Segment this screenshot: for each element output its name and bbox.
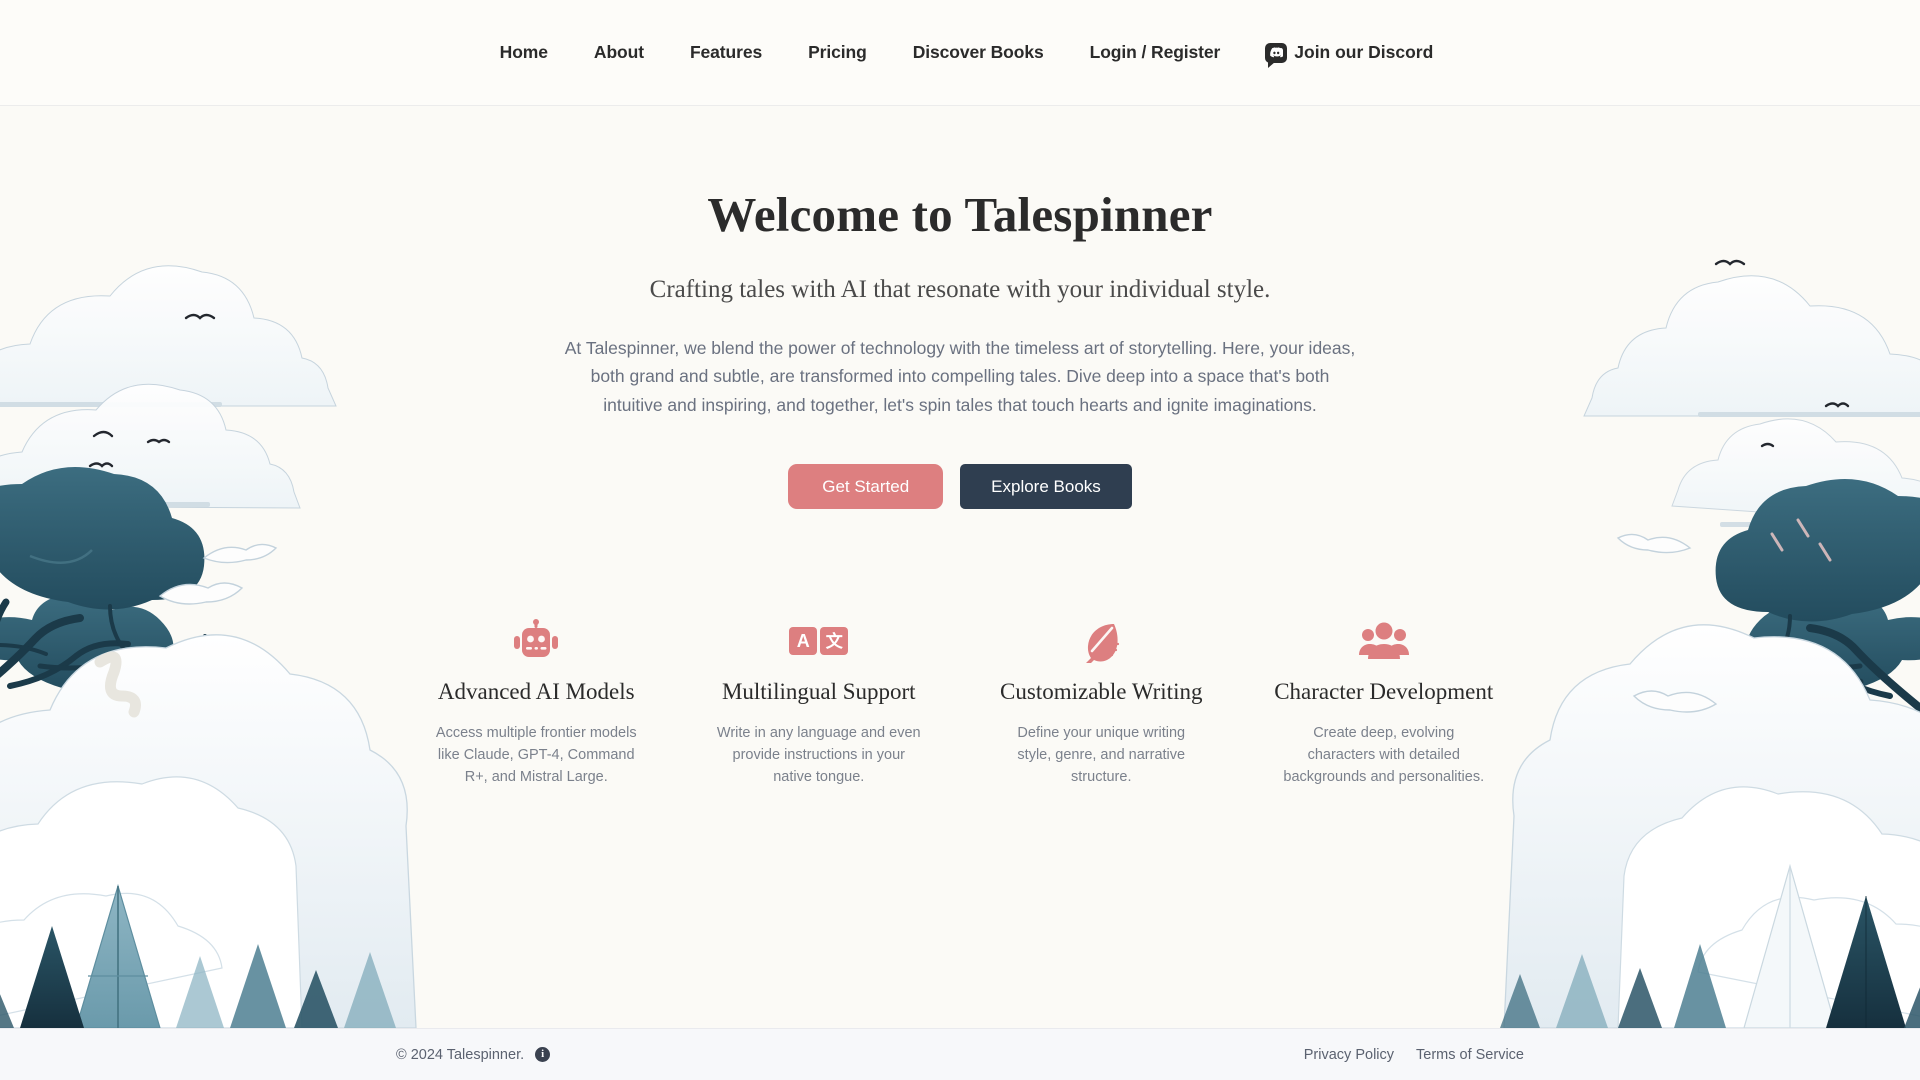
robot-icon (513, 617, 559, 665)
nav-item-pricing[interactable]: Pricing (785, 34, 890, 71)
nav-item-features[interactable]: Features (667, 34, 785, 71)
translate-icon: A 文 (789, 617, 849, 665)
get-started-button[interactable]: Get Started (788, 464, 944, 510)
feature-card-character-development: Character Development Create deep, evolv… (1268, 617, 1501, 788)
translate-cjk-glyph: 文 (820, 627, 849, 656)
feature-title: Character Development (1274, 679, 1494, 705)
copyright-text: © 2024 Talespinner. (396, 1046, 525, 1063)
primary-navigation: Home About Features Pricing Discover Boo… (477, 34, 1444, 71)
feature-description: Access multiple frontier models like Cla… (435, 725, 637, 785)
hero-stage: Welcome to Talespinner Crafting tales wi… (0, 106, 1920, 1028)
footer-links: Privacy Policy Terms of Service (1304, 1047, 1524, 1063)
footer-link-privacy-policy[interactable]: Privacy Policy (1304, 1047, 1394, 1063)
site-header: Home About Features Pricing Discover Boo… (0, 0, 1920, 106)
page-title: Welcome to Talespinner (707, 187, 1213, 242)
hero-description: At Talespinner, we blend the power of te… (564, 338, 1356, 415)
feature-title: Customizable Writing (1000, 679, 1203, 705)
nav-item-home[interactable]: Home (477, 34, 571, 71)
nav-item-login-register[interactable]: Login / Register (1067, 34, 1244, 71)
feature-description: Create deep, evolving characters with de… (1283, 725, 1485, 785)
feature-description: Write in any language and even provide i… (716, 725, 921, 785)
explore-books-button[interactable]: Explore Books (960, 464, 1132, 510)
nav-item-join-discord[interactable]: Join our Discord (1243, 34, 1443, 71)
landing-page: Home About Features Pricing Discover Boo… (0, 0, 1920, 1080)
features-grid: Advanced AI Models Access multiple front… (420, 617, 1500, 788)
nav-item-about[interactable]: About (571, 34, 667, 71)
feature-card-multilingual-support: A 文 Multilingual Support Write in any la… (703, 617, 936, 788)
feature-card-advanced-ai-models: Advanced AI Models Access multiple front… (420, 617, 653, 788)
feature-description: Define your unique writing style, genre,… (1017, 725, 1186, 785)
footer-copyright-group: © 2024 Talespinner. i (396, 1046, 551, 1063)
hero-cta-group: Get Started Explore Books (788, 464, 1132, 510)
people-group-icon (1358, 617, 1409, 665)
join-discord-label: Join our Discord (1294, 42, 1434, 62)
feature-title: Multilingual Support (721, 679, 916, 705)
site-footer: © 2024 Talespinner. i Privacy Policy Ter… (0, 1028, 1920, 1080)
translate-latin-glyph: A (789, 627, 818, 656)
footer-link-terms-of-service[interactable]: Terms of Service (1416, 1047, 1524, 1063)
hero-content: Welcome to Talespinner Crafting tales wi… (0, 106, 1920, 1028)
info-icon[interactable]: i (535, 1047, 551, 1062)
feature-title: Advanced AI Models (437, 679, 635, 705)
hero-subtitle: Crafting tales with AI that resonate wit… (649, 276, 1271, 303)
feature-card-customizable-writing: Customizable Writing Define your unique … (985, 617, 1218, 788)
discord-icon (1265, 42, 1288, 68)
feather-icon (1079, 617, 1123, 665)
nav-item-discover-books[interactable]: Discover Books (890, 34, 1067, 71)
